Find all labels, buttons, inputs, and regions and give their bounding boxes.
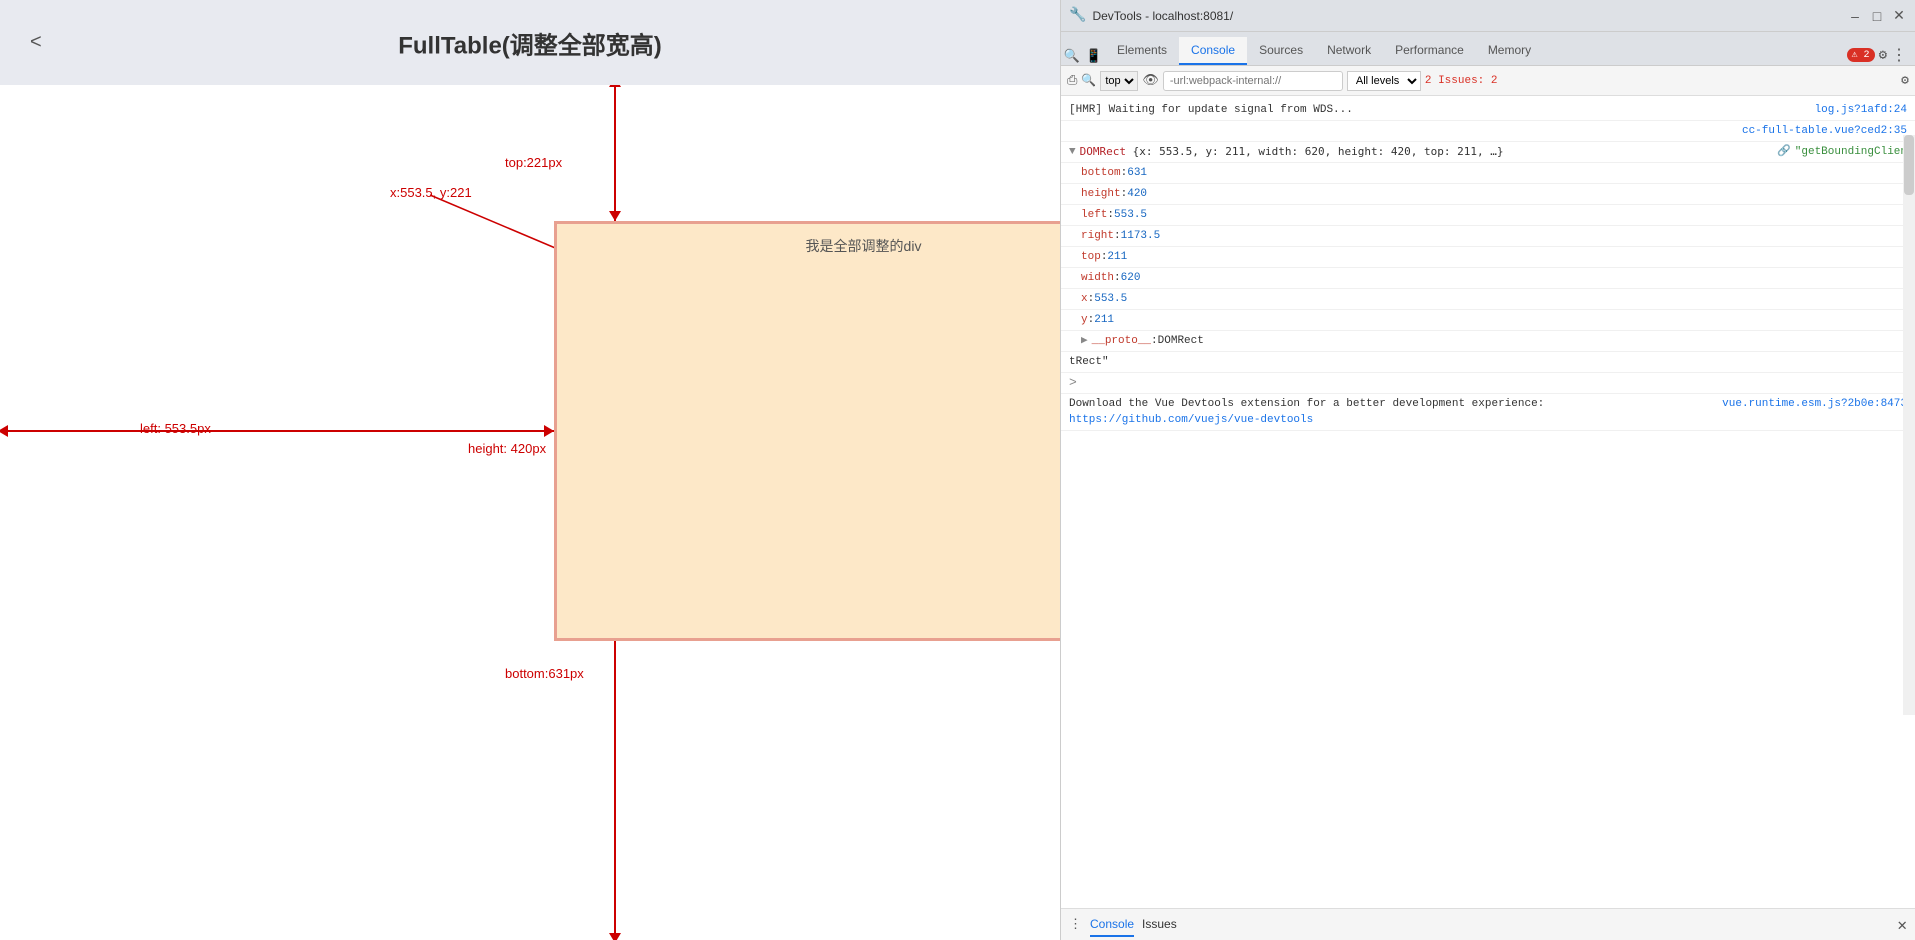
issues-badge: ⚠ 2 xyxy=(1847,48,1875,62)
vue-source[interactable]: vue.runtime.esm.js?2b0e:8473 xyxy=(1722,396,1907,412)
domrect-badge[interactable]: 🔗 xyxy=(1777,144,1791,160)
devtools-title: DevTools - localhost:8081/ xyxy=(1092,9,1841,23)
tab-network[interactable]: Network xyxy=(1315,37,1383,65)
console-line-hmr: [HMR] Waiting for update signal from WDS… xyxy=(1061,100,1915,121)
proto-arrow[interactable]: ▶ xyxy=(1081,333,1088,349)
console-line-domrect: ▼ DOMRect {x: 553.5, y: 211, width: 620,… xyxy=(1061,142,1915,163)
issues-count: 2 Issues: 2 xyxy=(1425,75,1498,87)
eye-icon[interactable]: 👁 xyxy=(1142,73,1159,88)
tab-performance[interactable]: Performance xyxy=(1383,37,1476,65)
height-label: height: 420px xyxy=(468,441,546,456)
clear-icon[interactable]: ⎙ xyxy=(1067,73,1077,88)
domrect-height: height: 420 xyxy=(1061,184,1915,205)
domrect-string: "getBoundingClien xyxy=(1795,144,1907,160)
bottom-arrow xyxy=(614,641,616,940)
console-output[interactable]: [HMR] Waiting for update signal from WDS… xyxy=(1061,96,1915,908)
tab-console-bottom[interactable]: Console xyxy=(1090,913,1134,937)
filter-icon[interactable]: 🔍 xyxy=(1081,73,1096,88)
devtools-panel: 🔧 DevTools - localhost:8081/ – □ ✕ 🔍 📱 E… xyxy=(1060,0,1915,940)
bottom-menu-icon[interactable]: ⋮ xyxy=(1069,917,1082,932)
devtools-scrollbar[interactable] xyxy=(1903,135,1915,715)
domrect-x: x: 553.5 xyxy=(1061,289,1915,310)
demo-box-text: 我是全部调整的div xyxy=(806,236,922,256)
left-label: left: 553.5px xyxy=(140,421,211,436)
expand-arrow[interactable]: ▼ xyxy=(1069,144,1076,160)
domrect-left: left: 553.5 xyxy=(1061,205,1915,226)
top-bar: < FullTable(调整全部宽高) xyxy=(0,0,1060,85)
close-drawer-button[interactable]: ✕ xyxy=(1897,915,1907,935)
filter-input[interactable] xyxy=(1163,71,1343,91)
domrect-proto: ▶ __proto__: DOMRect xyxy=(1061,331,1915,352)
prompt-arrow: > xyxy=(1069,375,1077,391)
vue-msg: Download the Vue Devtools extension for … xyxy=(1069,396,1714,428)
tab-issues-bottom[interactable]: Issues xyxy=(1142,913,1177,937)
console-bottom-bar: ⋮ Console Issues ✕ xyxy=(1061,908,1915,940)
tab-sources[interactable]: Sources xyxy=(1247,37,1315,65)
bottom-label: bottom:631px xyxy=(505,666,584,681)
console-line-cctable: cc-full-table.vue?ced2:35 xyxy=(1061,121,1915,142)
page-title: FullTable(调整全部宽高) xyxy=(398,25,662,60)
console-gear-icon[interactable]: ⚙ xyxy=(1901,73,1909,88)
domrect-width: width: 620 xyxy=(1061,268,1915,289)
scrollbar-thumb[interactable] xyxy=(1904,135,1914,195)
hmr-source[interactable]: log.js?1afd:24 xyxy=(1815,102,1907,118)
console-toolbar: ⎙ 🔍 top 👁 All levels 2 Issues: 2 ⚙ xyxy=(1061,66,1915,96)
left-arrow xyxy=(0,430,554,432)
demo-box: 我是全部调整的div xyxy=(554,221,1061,641)
device-icon[interactable]: 📱 xyxy=(1085,47,1103,65)
level-select[interactable]: All levels xyxy=(1347,71,1421,91)
console-prompt: > xyxy=(1061,373,1915,394)
domrect-top: top: 211 xyxy=(1061,247,1915,268)
content-area: top:221px x:553.5, y:221 width:620px lef… xyxy=(0,85,1060,940)
tab-elements[interactable]: Elements xyxy=(1105,37,1179,65)
tab-memory[interactable]: Memory xyxy=(1476,37,1543,65)
more-icon[interactable]: ⋮ xyxy=(1891,45,1907,65)
diagonal-annotation xyxy=(430,195,570,255)
minimize-button[interactable]: – xyxy=(1847,8,1863,24)
domrect-text: DOMRect {x: 553.5, y: 211, width: 620, h… xyxy=(1080,144,1773,160)
domrect-right: right: 1173.5 xyxy=(1061,226,1915,247)
xy-label: x:553.5, y:221 xyxy=(390,185,472,200)
close-button[interactable]: ✕ xyxy=(1891,8,1907,24)
settings-icon[interactable]: ⚙ xyxy=(1879,47,1887,64)
devtools-titlebar: 🔧 DevTools - localhost:8081/ – □ ✕ xyxy=(1061,0,1915,32)
top-arrow xyxy=(614,85,616,221)
domrect-bottom: bottom: 631 xyxy=(1061,163,1915,184)
domrect-footer: tRect" xyxy=(1061,352,1915,373)
domrect-y: y: 211 xyxy=(1061,310,1915,331)
back-button[interactable]: < xyxy=(20,26,52,59)
vue-devtools-link[interactable]: https://github.com/vuejs/vue-devtools xyxy=(1069,414,1313,426)
restore-button[interactable]: □ xyxy=(1869,8,1885,24)
console-line-vue: Download the Vue Devtools extension for … xyxy=(1061,394,1915,431)
top-dropdown[interactable]: top xyxy=(1100,71,1138,91)
inspect-icon[interactable]: 🔍 xyxy=(1063,47,1081,65)
devtools-icon: 🔧 xyxy=(1069,7,1086,24)
hmr-text: [HMR] Waiting for update signal from WDS… xyxy=(1069,102,1807,118)
top-label: top:221px xyxy=(505,155,562,170)
devtools-tabs: 🔍 📱 Elements Console Sources Network Per… xyxy=(1061,32,1915,66)
cctable-source[interactable]: cc-full-table.vue?ced2:35 xyxy=(1742,123,1907,139)
tab-console[interactable]: Console xyxy=(1179,37,1247,65)
browser-area: < FullTable(调整全部宽高) top:221px x:553.5, y… xyxy=(0,0,1060,940)
